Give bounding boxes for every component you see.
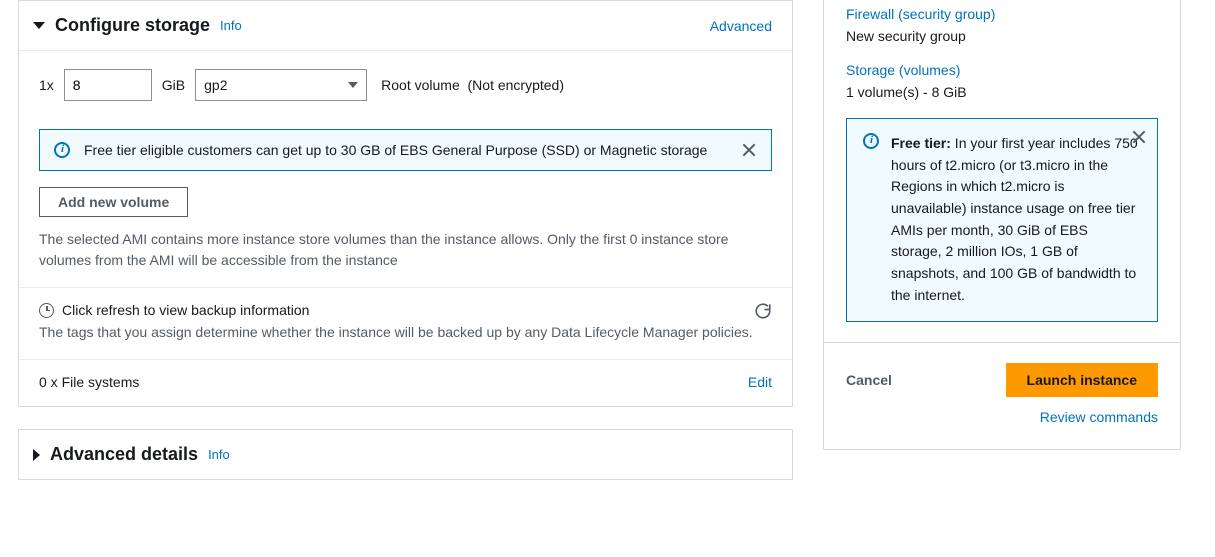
clock-icon [39, 303, 54, 318]
summary-storage-value: 1 volume(s) - 8 GiB [846, 84, 1158, 100]
ami-store-note: The selected AMI contains more instance … [39, 229, 772, 271]
summary-firewall-value: New security group [846, 28, 1158, 44]
summary-storage-link[interactable]: Storage (volumes) [846, 62, 1158, 78]
backup-note: The tags that you assign determine wheth… [39, 322, 754, 343]
review-commands-link[interactable]: Review commands [846, 409, 1158, 425]
volume-multiplier: 1x [39, 77, 54, 93]
volume-unit: GiB [162, 77, 185, 93]
configure-storage-header: Configure storage Info Advanced [19, 1, 792, 51]
storage-advanced-link[interactable]: Advanced [710, 18, 772, 34]
file-systems-edit-link[interactable]: Edit [748, 374, 772, 390]
root-volume-row: 1x GiB gp2 Root volume (Not encrypted) [39, 69, 772, 101]
refresh-backup-title: Click refresh to view backup information [62, 302, 309, 318]
free-tier-inline-text: Free tier eligible customers can get up … [84, 142, 727, 158]
chevron-down-icon [348, 82, 358, 88]
launch-instance-button[interactable]: Launch instance [1006, 363, 1158, 397]
advanced-details-header[interactable]: Advanced details Info [19, 430, 792, 479]
file-systems-count: 0 x File systems [39, 374, 139, 390]
volume-type-value: gp2 [204, 77, 227, 93]
free-tier-summary-text: Free tier: In your first year includes 7… [891, 133, 1141, 307]
free-tier-inline-alert: Free tier eligible customers can get up … [39, 129, 772, 171]
free-tier-summary-alert: Free tier: In your first year includes 7… [846, 118, 1158, 322]
advanced-details-title: Advanced details [50, 444, 198, 465]
summary-firewall-link[interactable]: Firewall (security group) [846, 6, 1158, 22]
close-icon[interactable] [1131, 129, 1147, 145]
volume-size-input[interactable] [64, 69, 152, 101]
caret-right-icon[interactable] [33, 449, 40, 461]
storage-info-link[interactable]: Info [220, 18, 242, 33]
configure-storage-panel: Configure storage Info Advanced 1x GiB g… [18, 0, 793, 407]
cancel-button[interactable]: Cancel [846, 366, 892, 394]
add-volume-button[interactable]: Add new volume [39, 187, 188, 217]
summary-actions: Cancel Launch instance Review commands [823, 343, 1181, 450]
info-icon [863, 133, 879, 149]
refresh-icon[interactable] [754, 302, 772, 320]
info-icon [54, 142, 70, 158]
root-volume-label: Root volume (Not encrypted) [381, 77, 564, 93]
volume-type-select[interactable]: gp2 [195, 69, 367, 101]
advanced-details-panel: Advanced details Info [18, 429, 793, 480]
close-icon[interactable] [741, 142, 757, 158]
configure-storage-title: Configure storage [55, 15, 210, 36]
advanced-details-info-link[interactable]: Info [208, 447, 230, 462]
caret-down-icon[interactable] [33, 22, 45, 29]
summary-panel: Firewall (security group) New security g… [823, 0, 1181, 343]
